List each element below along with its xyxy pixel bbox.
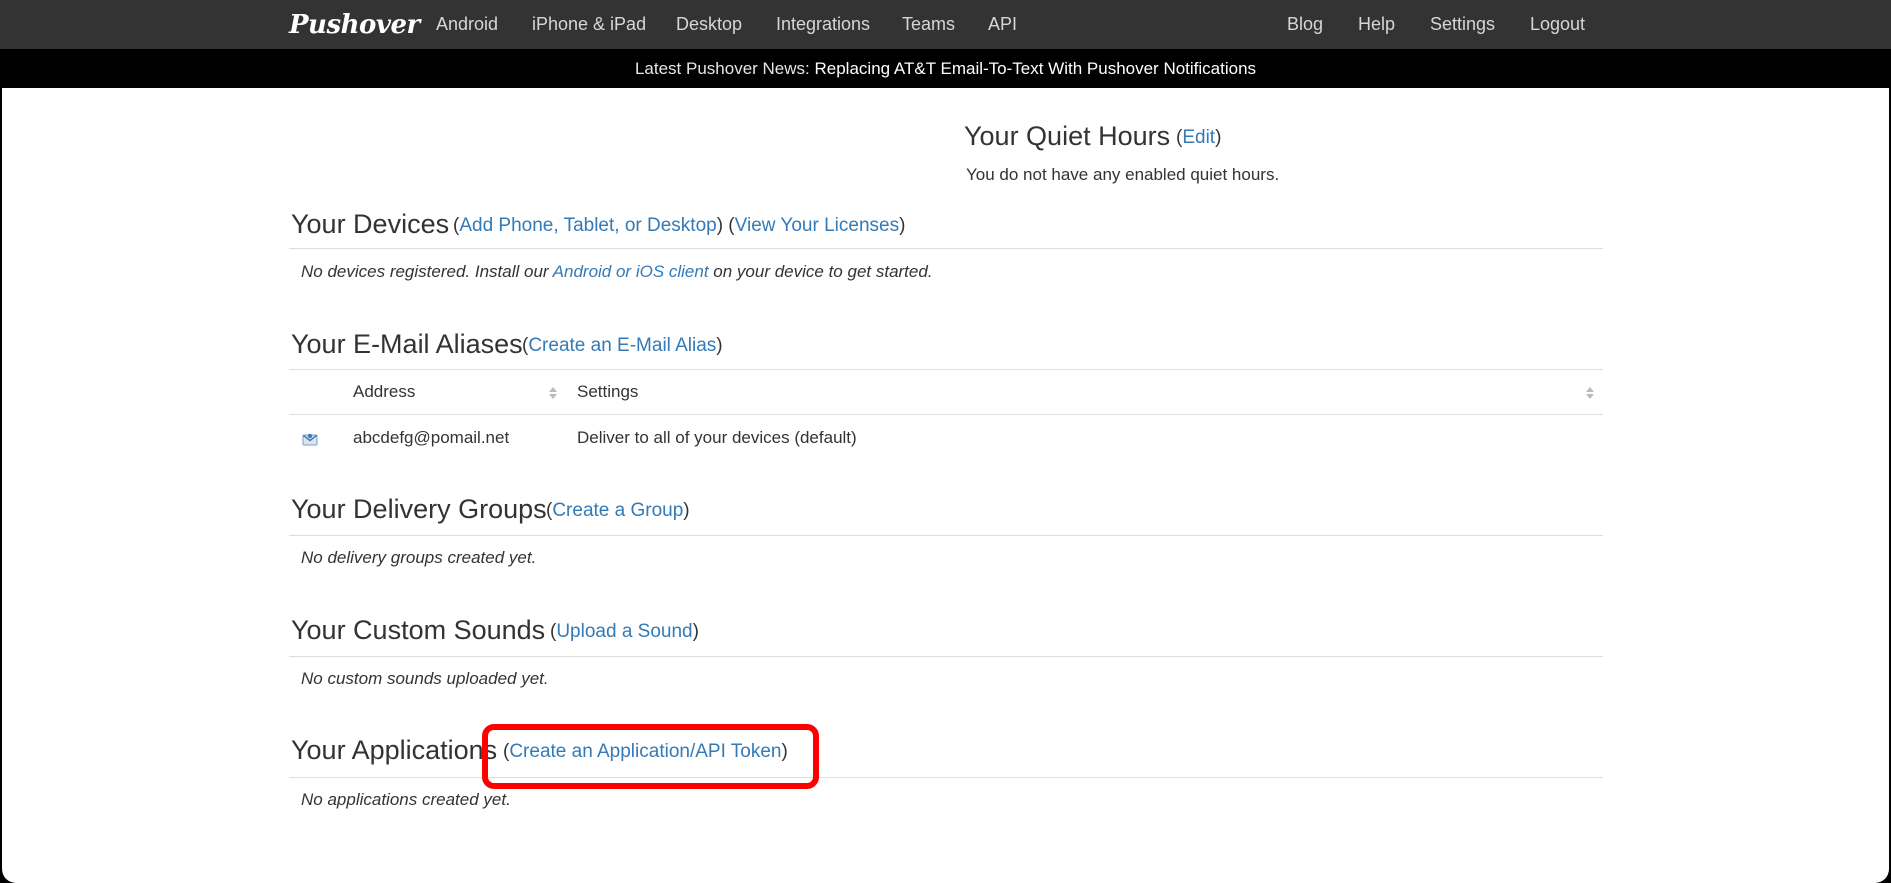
alias-settings-text: Deliver to all of your devices (default) (577, 428, 857, 447)
create-email-alias-link[interactable]: Create an E-Mail Alias (528, 335, 716, 356)
add-device-link[interactable]: Add Phone, Tablet, or Desktop (459, 215, 716, 236)
nav-settings[interactable]: Settings (1430, 0, 1495, 49)
top-navbar: Pushover Android iPhone & iPad Desktop I… (0, 0, 1891, 49)
devices-title: Your Devices (291, 209, 450, 239)
nav-help[interactable]: Help (1358, 0, 1395, 49)
nav-android[interactable]: Android (436, 0, 498, 49)
nav-teams[interactable]: Teams (902, 0, 955, 49)
nav-desktop[interactable]: Desktop (676, 0, 742, 49)
sort-icon[interactable] (1585, 386, 1595, 400)
upload-sound-link[interactable]: Upload a Sound (556, 621, 692, 642)
groups-title: Your Delivery Groups (291, 494, 547, 524)
main-content: Your Quiet Hours (Edit) You do not have … (2, 88, 1889, 883)
sounds-divider (289, 656, 1603, 657)
create-group-link[interactable]: Create a Group (552, 500, 683, 521)
quiet-hours-links: (Edit) (1176, 127, 1222, 148)
table-header-divider (289, 414, 1603, 415)
client-download-link[interactable]: Android or iOS client (553, 262, 709, 281)
aliases-title: Your E-Mail Aliases (291, 329, 523, 359)
alias-address-link[interactable]: abcdefg@pomail.net (353, 428, 509, 448)
nav-api[interactable]: API (988, 0, 1017, 49)
edit-quiet-hours-link[interactable]: Edit (1182, 127, 1215, 148)
column-header-settings[interactable]: Settings (577, 382, 638, 402)
groups-links: (Create a Group) (546, 500, 690, 521)
news-prefix: Latest Pushover News: (634, 59, 810, 78)
aliases-links: (Create an E-Mail Alias) (522, 335, 723, 356)
column-header-address[interactable]: Address (353, 382, 415, 402)
quiet-hours-title: Your Quiet Hours (964, 121, 1171, 151)
devices-links: (Add Phone, Tablet, or Desktop) (View Yo… (453, 215, 906, 236)
nav-blog[interactable]: Blog (1287, 0, 1323, 49)
aliases-divider (289, 369, 1603, 370)
sort-icon[interactable] (548, 386, 558, 400)
nav-integrations[interactable]: Integrations (776, 0, 870, 49)
sounds-links: (Upload a Sound) (550, 621, 699, 642)
page: Pushover Android iPhone & iPad Desktop I… (0, 0, 1891, 883)
sounds-note: No custom sounds uploaded yet. (301, 669, 549, 688)
groups-divider (289, 535, 1603, 536)
applications-title: Your Applications (291, 735, 498, 765)
sounds-title: Your Custom Sounds (291, 615, 546, 645)
applications-note: No applications created yet. (301, 790, 511, 809)
brand-logo[interactable]: Pushover (289, 5, 420, 45)
devices-divider (289, 248, 1603, 249)
groups-note: No delivery groups created yet. (301, 548, 537, 567)
devices-note: No devices registered. Install our Andro… (301, 262, 933, 281)
view-licenses-link[interactable]: View Your Licenses (735, 215, 899, 236)
quiet-hours-text: You do not have any enabled quiet hours. (966, 165, 1280, 184)
news-headline-link[interactable]: Replacing AT&T Email-To-Text With Pushov… (815, 59, 1257, 78)
nav-iphone-ipad[interactable]: iPhone & iPad (532, 0, 646, 49)
news-bar: Latest Pushover News: Replacing AT&T Ema… (0, 49, 1891, 88)
highlight-annotation (482, 724, 819, 789)
nav-logout[interactable]: Logout (1530, 0, 1585, 49)
envelope-icon (302, 433, 318, 446)
